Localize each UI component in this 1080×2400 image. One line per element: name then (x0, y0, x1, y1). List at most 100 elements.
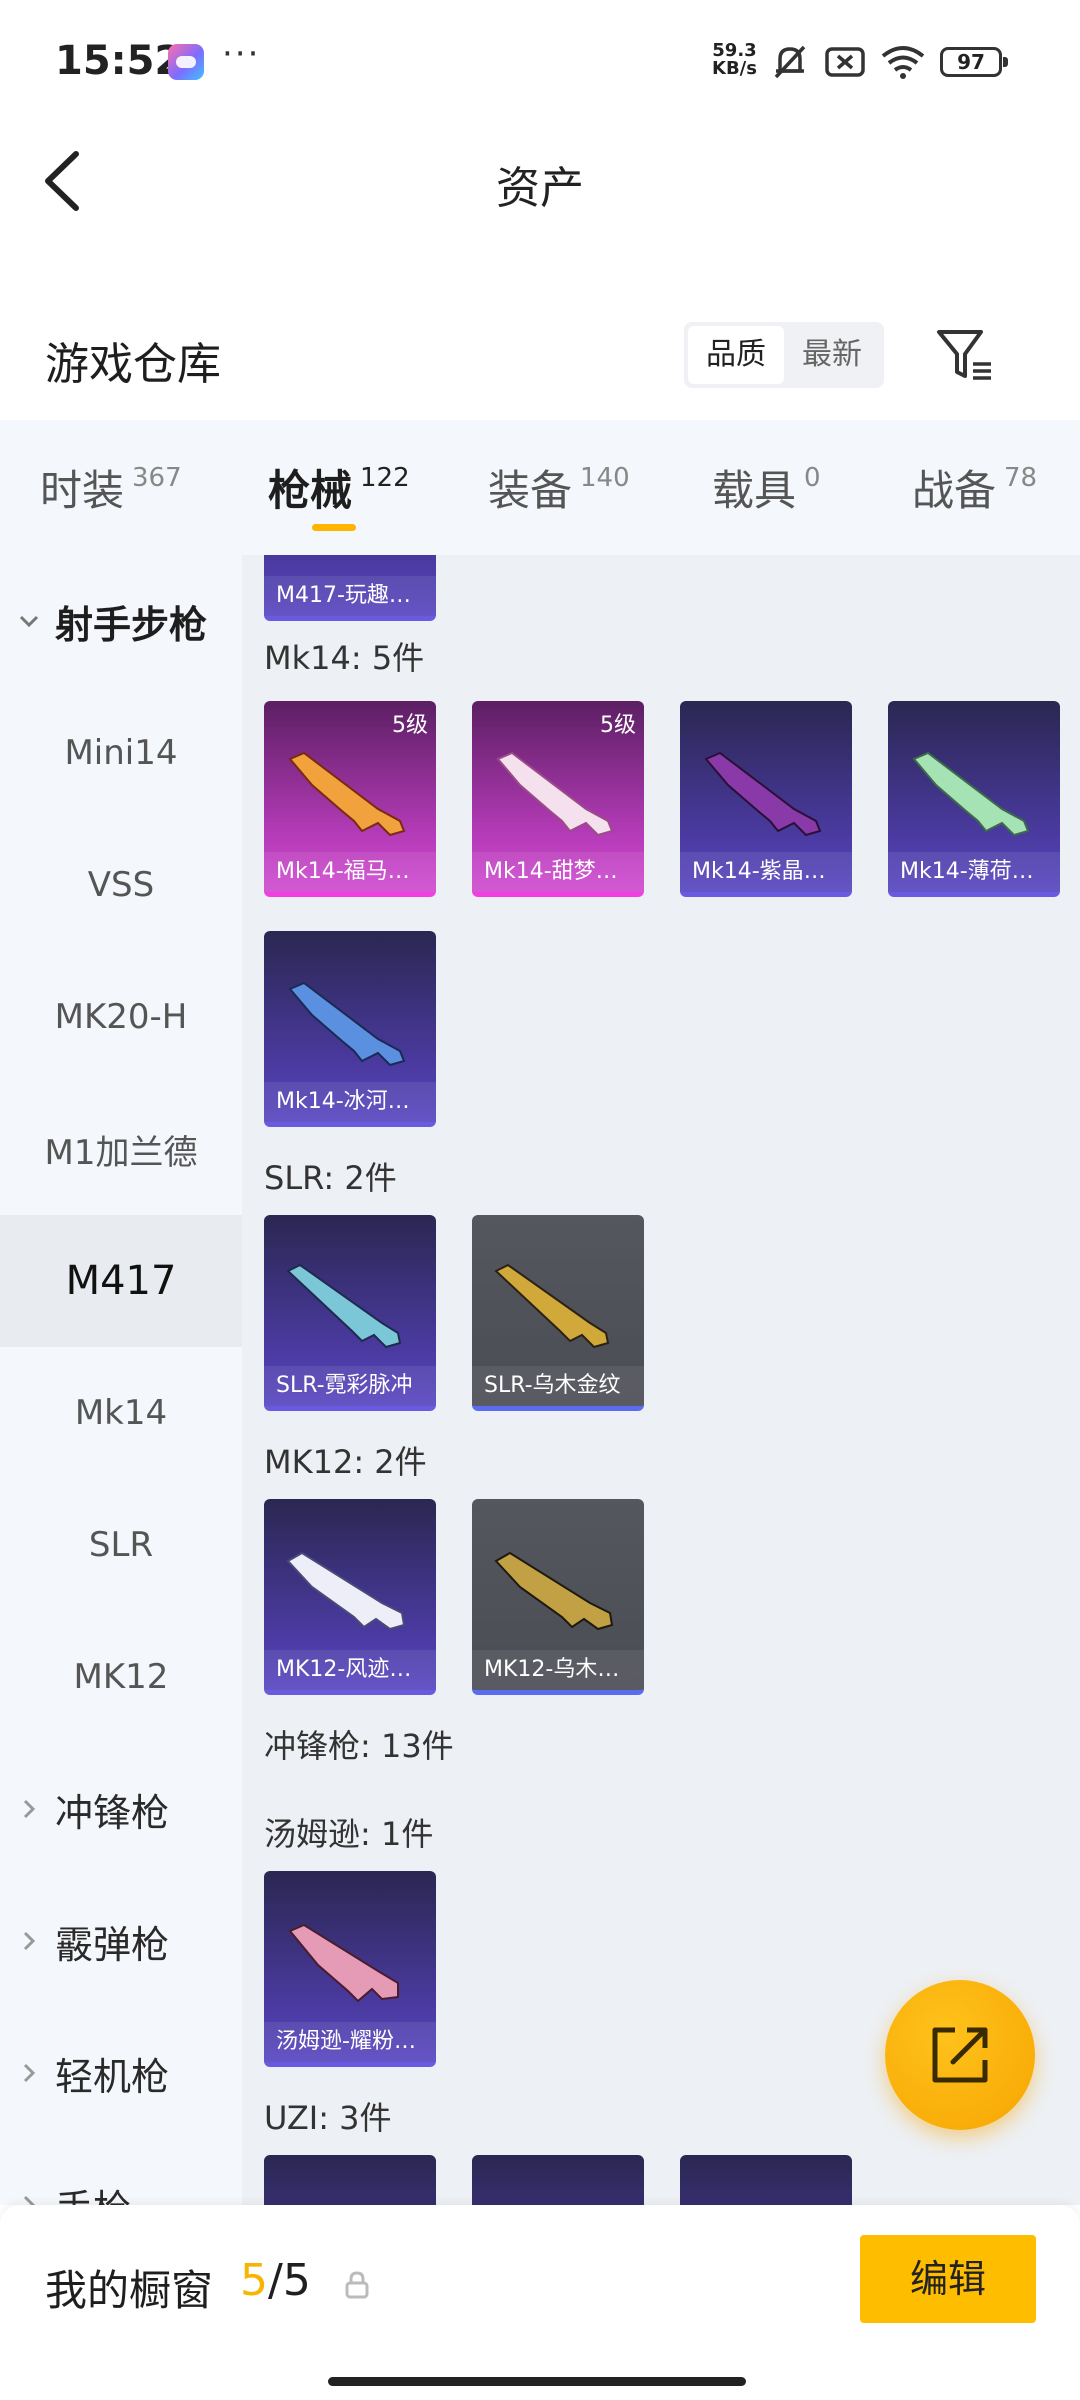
weapon-card-name: MK12-乌木… (472, 1650, 644, 1690)
tab-count: 0 (804, 462, 821, 493)
weapon-card-name: SLR-乌木金纹 (472, 1366, 644, 1406)
sidebar-item-mk14[interactable]: Mk14 (0, 1347, 242, 1479)
tab-count: 367 (132, 462, 182, 493)
showcase-count: 5/5 (240, 2255, 311, 2306)
weapon-card-name: MK12-风迹… (264, 1650, 436, 1690)
active-tab-indicator (312, 524, 356, 531)
weapon-card[interactable]: Mk14-紫晶… (680, 701, 852, 897)
weapon-card[interactable]: MK12-风迹… (264, 1499, 436, 1695)
showcase-bar: 我的橱窗 5/5 编辑 (0, 2205, 1080, 2400)
weapon-card[interactable]: 5级 Mk14-甜梦… (472, 701, 644, 897)
rifle-skin-icon (704, 751, 822, 837)
sort-toggle: 品质 最新 (684, 322, 884, 388)
weapon-card[interactable]: SLR-乌木金纹 (472, 1215, 644, 1411)
sidebar-group-label: 冲锋枪 (55, 1790, 170, 1835)
sidebar-item-slr[interactable]: SLR (0, 1479, 242, 1611)
tab-label: 枪械 (268, 466, 353, 515)
tab-label: 战备 (912, 466, 997, 515)
showcase-count-current: 5 (240, 2255, 268, 2306)
category-tabs: 时装 367 枪械 122 装备 140 载具 0 战备 78 (0, 420, 1080, 555)
warehouse-header: 游戏仓库 品质 最新 (0, 300, 1080, 410)
weapon-card[interactable] (472, 2155, 644, 2205)
weapon-card-name: Mk14-冰河… (264, 1082, 436, 1122)
section-label-slr: SLR: 2件 (264, 1159, 397, 1197)
more-notifications-icon: ··· (222, 34, 261, 74)
tab-firearms[interactable]: 枪械 122 (268, 420, 410, 555)
weapon-grid: M417-玩趣… Mk14: 5件 5级 Mk14-福马… 5级 Mk14-甜梦… (242, 555, 1080, 2205)
sidebar-group-dmr[interactable]: 射手步枪 (0, 555, 242, 687)
tab-fashion[interactable]: 时装 367 (40, 420, 182, 555)
sidebar-group-label: 霰弹枪 (55, 1922, 170, 1967)
weapon-card[interactable]: MK12-乌木… (472, 1499, 644, 1695)
rifle-skin-icon (494, 1551, 614, 1631)
rifle-skin-icon (286, 1551, 406, 1631)
section-label-smg: 冲锋枪: 13件 (264, 1727, 454, 1765)
showcase-label: 我的橱窗 (45, 2266, 214, 2315)
sim-icon (825, 47, 865, 77)
weapon-card[interactable]: M417-玩趣… (264, 555, 436, 621)
chevron-right-icon (23, 1799, 36, 1819)
sidebar-group-pistol[interactable]: 手枪 (0, 2139, 242, 2205)
tab-label: 时装 (40, 466, 125, 515)
sidebar-group-label: 手枪 (55, 2178, 131, 2206)
tab-count: 140 (580, 462, 630, 493)
warehouse-title: 游戏仓库 (45, 339, 221, 390)
weapon-card[interactable]: 汤姆逊-耀粉… (264, 1871, 436, 2067)
rifle-skin-icon (288, 751, 406, 837)
section-label-thompson: 汤姆逊: 1件 (264, 1815, 434, 1853)
share-icon (932, 2027, 988, 2083)
weapon-card[interactable]: SLR-霓彩脉冲 (264, 1215, 436, 1411)
weapon-level-badge: 5级 (392, 713, 428, 738)
weapon-card[interactable] (264, 2155, 436, 2205)
section-label-mk14: Mk14: 5件 (264, 639, 425, 677)
sidebar-item-mini14[interactable]: Mini14 (0, 687, 242, 819)
app-header: 资产 (0, 130, 1080, 230)
tab-label: 载具 (712, 466, 797, 515)
weapon-card-name: SLR-霓彩脉冲 (264, 1366, 436, 1406)
sidebar-group-label: 射手步枪 (55, 602, 208, 647)
status-time: 15:52 (55, 38, 183, 84)
rifle-skin-icon (494, 1263, 610, 1349)
tab-vehicles[interactable]: 载具 0 (712, 420, 821, 555)
sidebar-item-vss[interactable]: VSS (0, 819, 242, 951)
sort-quality-button[interactable]: 品质 (688, 326, 784, 384)
rifle-skin-icon (912, 751, 1030, 837)
sidebar-group-lmg[interactable]: 轻机枪 (0, 2007, 242, 2139)
weapon-card[interactable] (680, 2155, 852, 2205)
weapon-card-name: Mk14-甜梦… (472, 852, 644, 892)
home-indicator[interactable] (328, 2377, 746, 2386)
sidebar-group-smg[interactable]: 冲锋枪 (0, 1743, 242, 1875)
edit-button[interactable]: 编辑 (860, 2235, 1036, 2323)
tab-equipment[interactable]: 装备 140 (488, 420, 630, 555)
sidebar-item-mk20h[interactable]: MK20-H (0, 951, 242, 1083)
tab-supplies[interactable]: 战备 78 (912, 420, 1037, 555)
mute-icon (774, 45, 806, 79)
rifle-skin-icon (496, 751, 614, 837)
sidebar-item-mk12[interactable]: MK12 (0, 1611, 242, 1743)
sidebar-item-m417[interactable]: M417 (0, 1215, 242, 1347)
weapon-card[interactable]: 5级 Mk14-福马… (264, 701, 436, 897)
weapon-card-name: M417-玩趣… (264, 576, 436, 616)
weapon-card[interactable]: Mk14-薄荷… (888, 701, 1060, 897)
filter-icon[interactable] (935, 326, 995, 386)
status-icons: 97 (770, 42, 1008, 82)
wifi-icon (881, 46, 925, 79)
sidebar-group-shotgun[interactable]: 霰弹枪 (0, 1875, 242, 2007)
net-speed-unit: KB/s (712, 58, 757, 79)
game-app-icon (168, 44, 204, 80)
tab-count: 78 (1004, 462, 1038, 493)
weapon-card-name: Mk14-福马… (264, 852, 436, 892)
weapon-card-name: 汤姆逊-耀粉… (264, 2022, 436, 2062)
sort-newest-button[interactable]: 最新 (784, 326, 880, 384)
chevron-down-icon (19, 615, 39, 628)
sidebar-item-m1-garand[interactable]: M1加兰德 (0, 1083, 242, 1215)
section-label-mk12: MK12: 2件 (264, 1443, 427, 1481)
showcase-count-total: /5 (268, 2255, 311, 2306)
page-title: 资产 (496, 163, 584, 214)
battery-icon: 97 (940, 47, 1008, 77)
weapon-card[interactable]: Mk14-冰河… (264, 931, 436, 1127)
weapon-level-badge: 5级 (600, 713, 636, 738)
chevron-right-icon (23, 2063, 36, 2083)
section-label-uzi: UZI: 3件 (264, 2099, 392, 2137)
share-button[interactable] (885, 1980, 1035, 2130)
